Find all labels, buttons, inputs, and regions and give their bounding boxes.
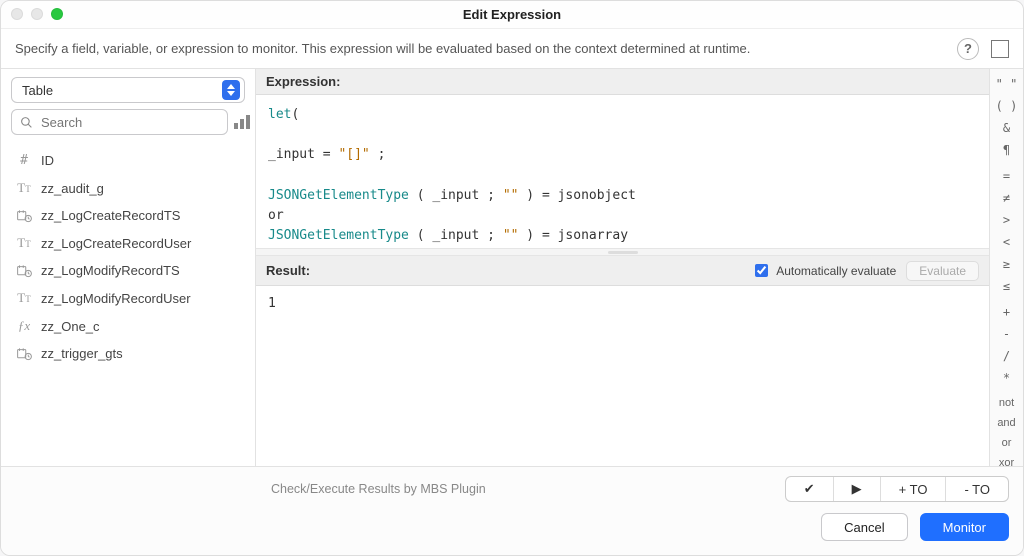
sort-icon[interactable]: [234, 115, 250, 129]
operator-button[interactable]: ≥: [1003, 255, 1010, 273]
operator-button[interactable]: -: [1003, 325, 1010, 343]
operator-button[interactable]: " ": [996, 75, 1018, 93]
operator-button[interactable]: +: [1003, 303, 1010, 321]
field-name: zz_trigger_gts: [41, 346, 123, 361]
field-item[interactable]: TT zz_audit_g: [1, 174, 255, 202]
chevron-updown-icon: [222, 80, 240, 100]
field-item[interactable]: zz_LogCreateRecordTS: [1, 202, 255, 229]
search-input[interactable]: [39, 114, 219, 131]
field-name: zz_LogCreateRecordTS: [41, 208, 180, 223]
operator-button[interactable]: >: [1003, 211, 1010, 229]
operator-panel: " "( )&¶=≠><≥≤+-/*notandorxor^: [989, 69, 1023, 466]
close-window-button[interactable]: [11, 8, 23, 20]
field-item[interactable]: TT zz_LogModifyRecordUser: [1, 284, 255, 312]
result-header: Result: Automatically evaluate Evaluate: [256, 256, 989, 286]
operator-button[interactable]: or: [1002, 435, 1012, 451]
field-name: zz_One_c: [41, 319, 100, 334]
check-button[interactable]: ✔: [786, 477, 834, 501]
titlebar: Edit Expression: [1, 1, 1023, 29]
window-title: Edit Expression: [463, 7, 561, 22]
operator-button[interactable]: &: [1003, 119, 1010, 137]
field-name: zz_LogCreateRecordUser: [41, 236, 191, 251]
operator-button[interactable]: not: [999, 395, 1014, 411]
action-segment: ✔ ▶ + TO - TO: [785, 476, 1009, 502]
cancel-button[interactable]: Cancel: [821, 513, 907, 541]
zoom-window-button[interactable]: [51, 8, 63, 20]
operator-button[interactable]: <: [1003, 233, 1010, 251]
field-list: # ID TT zz_audit_g zz_LogCreateRecordTS TT zz_…: [1, 141, 255, 466]
hint-text: Specify a field, variable, or expression…: [15, 41, 750, 56]
operator-button[interactable]: ≤: [1003, 277, 1010, 295]
field-item[interactable]: zz_LogModifyRecordTS: [1, 257, 255, 284]
table-select-value: Table: [22, 83, 53, 98]
search-input-wrapper: [11, 109, 228, 135]
field-type-icon: ƒx: [15, 318, 33, 334]
field-type-icon: [15, 264, 33, 278]
play-button[interactable]: ▶: [834, 477, 881, 501]
result-label: Result:: [266, 263, 310, 278]
window-controls: [11, 8, 63, 20]
search-icon: [20, 116, 33, 129]
operator-button[interactable]: /: [1003, 347, 1010, 365]
operator-button[interactable]: ≠: [1003, 189, 1010, 207]
field-name: zz_audit_g: [41, 181, 104, 196]
field-type-icon: TT: [15, 290, 33, 306]
field-type-icon: #: [15, 153, 33, 168]
plus-to-button[interactable]: + TO: [881, 477, 947, 501]
field-type-icon: [15, 209, 33, 223]
left-panel: Table #IDTTzz_audit_gzz_LogCr: [1, 69, 256, 466]
auto-eval-checkbox[interactable]: Automatically evaluate: [751, 261, 896, 280]
footer: Check/Execute Results by MBS Plugin ✔ ▶ …: [1, 466, 1023, 555]
operator-button[interactable]: ¶: [1003, 141, 1010, 159]
result-value: 1: [256, 286, 989, 466]
operator-button[interactable]: ( ): [996, 97, 1018, 115]
field-item[interactable]: zz_trigger_gts: [1, 340, 255, 367]
operator-button[interactable]: and: [997, 415, 1015, 431]
field-type-icon: TT: [15, 235, 33, 251]
field-type-icon: [15, 347, 33, 361]
operator-button[interactable]: *: [1003, 369, 1010, 387]
hint-bar: Specify a field, variable, or expression…: [1, 29, 1023, 69]
evaluate-button[interactable]: Evaluate: [906, 261, 979, 281]
minimize-window-button[interactable]: [31, 8, 43, 20]
split-handle[interactable]: [256, 248, 989, 256]
debugger-toggle-icon[interactable]: [991, 40, 1009, 58]
dialog-window: Edit Expression Specify a field, variabl…: [0, 0, 1024, 556]
field-item[interactable]: ƒx zz_One_c: [1, 312, 255, 340]
field-item[interactable]: # ID: [1, 147, 255, 174]
minus-to-button[interactable]: - TO: [946, 477, 1008, 501]
footer-note: Check/Execute Results by MBS Plugin: [15, 482, 486, 496]
field-type-icon: TT: [15, 180, 33, 196]
help-button[interactable]: ?: [957, 38, 979, 60]
monitor-button[interactable]: Monitor: [920, 513, 1009, 541]
expression-editor[interactable]: let( _input = "[]" ; JSONGetElementType …: [256, 95, 989, 248]
field-name: ID: [41, 153, 54, 168]
center-panel: Expression: let( _input = "[]" ; JSONGet…: [256, 69, 989, 466]
field-name: zz_LogModifyRecordUser: [41, 291, 191, 306]
main-area: Expression: let( _input = "[]" ; JSONGet…: [256, 69, 1023, 466]
table-select[interactable]: Table: [11, 77, 245, 103]
expression-header: Expression:: [256, 69, 989, 95]
field-name: zz_LogModifyRecordTS: [41, 263, 180, 278]
field-item[interactable]: TT zz_LogCreateRecordUser: [1, 229, 255, 257]
dialog-body: Table #IDTTzz_audit_gzz_LogCr: [1, 69, 1023, 466]
operator-button[interactable]: =: [1003, 167, 1010, 185]
auto-eval-label: Automatically evaluate: [776, 264, 896, 278]
